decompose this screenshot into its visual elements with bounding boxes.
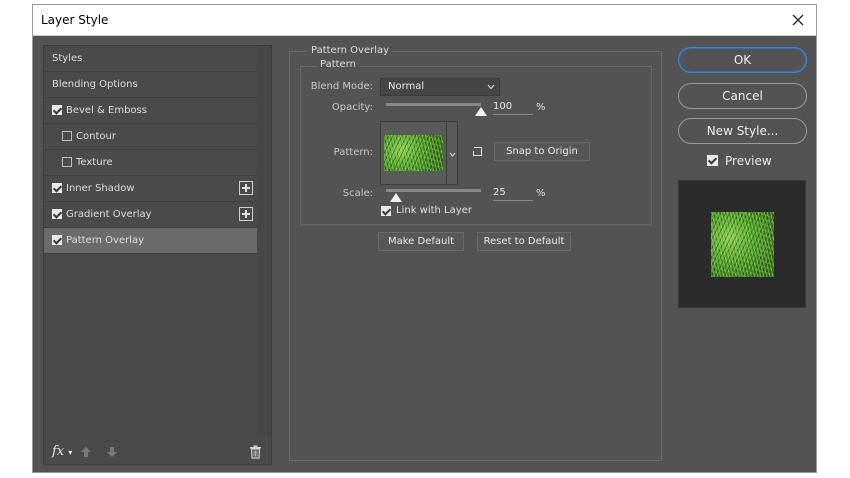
fx-label: fx (52, 444, 65, 459)
snap-to-origin-button[interactable]: Snap to Origin (494, 142, 590, 161)
preview-label: Preview (725, 154, 772, 168)
styles-list-item[interactable]: Styles (44, 46, 257, 72)
move-down-icon[interactable] (106, 446, 118, 458)
preview-swatch (711, 212, 774, 277)
style-label: Gradient Overlay (66, 209, 152, 220)
styles-list-item[interactable]: Pattern Overlay (44, 228, 257, 254)
blend-mode-select[interactable]: Normal (380, 78, 500, 96)
layer-style-dialog: Layer Style Styles Blending Options Bevel … (32, 4, 817, 473)
styles-list-item[interactable]: Bevel & Emboss (44, 98, 257, 124)
chevron-down-icon (487, 84, 495, 90)
scale-unit: % (536, 188, 546, 199)
make-default-button[interactable]: Make Default (378, 232, 464, 251)
pattern-picker-divider (446, 122, 447, 184)
styles-list-item[interactable]: Blending Options (44, 72, 257, 98)
styles-list-item[interactable]: Contour (44, 124, 257, 150)
styles-list-item[interactable]: Inner Shadow (44, 176, 257, 202)
title-bar: Layer Style (33, 5, 816, 36)
blend-mode-label: Blend Mode: (310, 81, 373, 92)
add-style-icon[interactable] (239, 181, 253, 195)
move-up-icon[interactable] (80, 446, 92, 458)
style-checkbox[interactable] (52, 183, 62, 193)
style-label: Styles (52, 53, 83, 64)
link-with-layer-checkbox[interactable] (381, 206, 391, 216)
opacity-field[interactable]: 100 (493, 101, 533, 115)
scale-field[interactable]: 25 (493, 187, 533, 201)
style-label: Bevel & Emboss (66, 105, 147, 116)
styles-list-item[interactable]: Texture (44, 150, 257, 176)
style-label: Contour (76, 131, 116, 142)
styles-list: Styles Blending Options Bevel & Emboss Cont… (44, 46, 257, 254)
style-label: Inner Shadow (66, 183, 135, 194)
opacity-slider[interactable] (386, 103, 481, 106)
style-label: Texture (76, 157, 113, 168)
scale-slider-thumb[interactable] (389, 193, 402, 202)
trash-icon[interactable] (249, 445, 262, 459)
style-checkbox[interactable] (52, 209, 62, 219)
styles-panel: Styles Blending Options Bevel & Emboss Cont… (43, 45, 272, 465)
style-checkbox[interactable] (62, 131, 72, 141)
dialog-title: Layer Style (41, 13, 109, 27)
preview-thumbnail (678, 180, 806, 308)
new-preset-icon[interactable] (472, 146, 483, 157)
styles-toolbar: fx ▾ (44, 439, 271, 465)
reset-to-default-button[interactable]: Reset to Default (477, 232, 571, 251)
scale-label: Scale: (342, 188, 373, 199)
pattern-swatch (384, 135, 443, 171)
preview-checkbox[interactable] (707, 155, 718, 166)
pattern-subgroup-heading: Pattern (317, 59, 359, 70)
style-label: Pattern Overlay (66, 235, 145, 246)
opacity-label: Opacity: (331, 102, 373, 113)
link-with-layer-label: Link with Layer (396, 205, 472, 216)
style-checkbox[interactable] (62, 157, 72, 167)
style-checkbox[interactable] (52, 105, 62, 115)
fx-button[interactable]: fx ▾ (52, 444, 72, 459)
opacity-unit: % (536, 102, 546, 113)
close-icon[interactable] (788, 10, 808, 30)
style-label: Blending Options (52, 79, 138, 90)
add-style-icon[interactable] (239, 207, 253, 221)
ok-button[interactable]: OK (678, 47, 807, 73)
pattern-overlay-heading: Pattern Overlay (308, 45, 393, 56)
opacity-slider-thumb[interactable] (475, 107, 487, 116)
new-style-button[interactable]: New Style... (678, 118, 807, 144)
chevron-down-icon (449, 152, 456, 157)
styles-scrollbar[interactable] (257, 46, 271, 436)
styles-list-item[interactable]: Gradient Overlay (44, 202, 257, 228)
cancel-button[interactable]: Cancel (678, 83, 807, 109)
scale-slider[interactable] (386, 189, 481, 192)
pattern-picker[interactable] (380, 121, 458, 185)
style-checkbox[interactable] (52, 235, 62, 245)
pattern-label: Pattern: (333, 147, 373, 158)
blend-mode-value: Normal (388, 81, 425, 92)
